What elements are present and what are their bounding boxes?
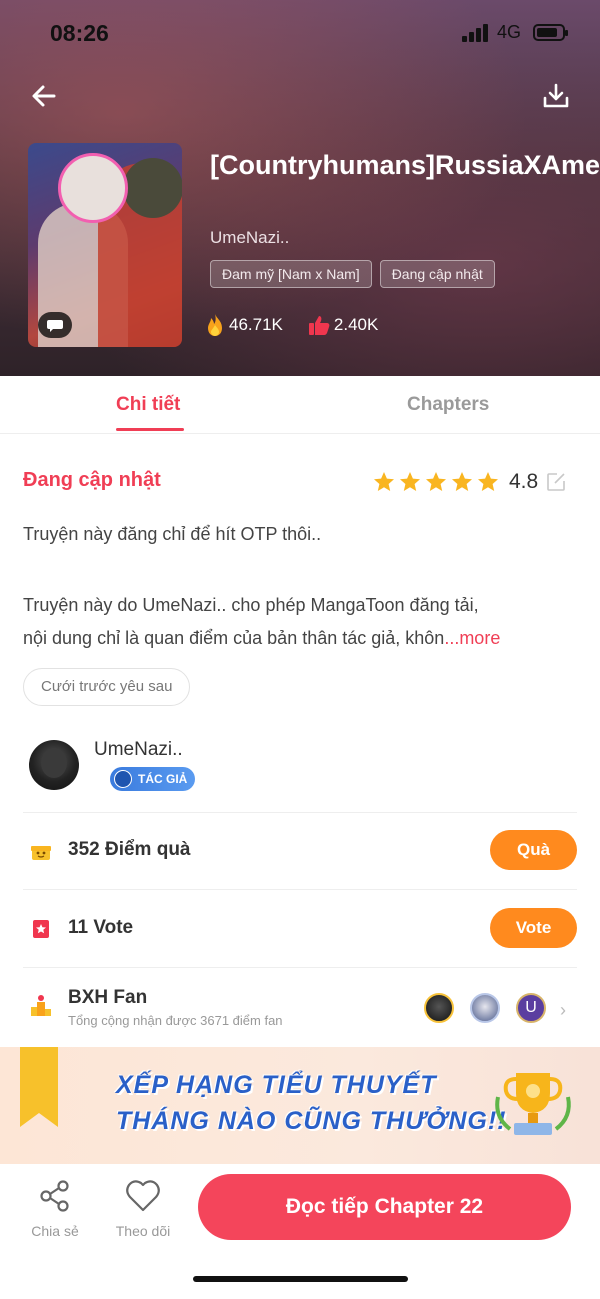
thumbs-up-icon — [308, 316, 330, 335]
vote-button[interactable]: Vote — [490, 908, 577, 948]
chevron-right-icon[interactable]: › — [560, 1000, 566, 1021]
author-avatar[interactable] — [29, 740, 79, 790]
banner-title-line: XẾP HẠNG TIỂU THUYẾT — [116, 1071, 437, 1099]
divider — [23, 967, 577, 968]
keyword-chip[interactable]: Cưới trước yêu sau — [23, 668, 191, 706]
edit-rating-icon[interactable] — [545, 471, 567, 493]
follow-label: Theo dõi — [115, 1223, 171, 1239]
download-icon — [543, 83, 569, 108]
vote-count-label: 11 Vote — [68, 917, 134, 938]
back-button[interactable] — [28, 80, 60, 112]
fire-icon — [208, 314, 222, 336]
tag-status[interactable]: Đang cập nhật — [379, 260, 495, 288]
fan-avatar[interactable] — [470, 993, 500, 1023]
arrow-left-icon — [32, 85, 56, 107]
likes-stat: 2.40K — [307, 314, 378, 336]
views-count: 46.71K — [229, 315, 283, 334]
battery-icon — [533, 24, 568, 41]
author-name[interactable]: UmeNazi.. — [94, 739, 183, 761]
divider — [23, 812, 577, 813]
gift-button[interactable]: Quà — [490, 830, 577, 870]
rating-stars[interactable] — [372, 470, 500, 494]
bottom-action-bar: Chia sẻ Theo dõi Đọc tiếp Chapter 22 — [0, 1164, 600, 1299]
status-time: 08:26 — [50, 20, 109, 46]
share-icon — [40, 1180, 69, 1212]
star-icon — [426, 472, 446, 491]
update-status: Đang cập nhật — [23, 469, 161, 491]
views-stat: 46.71K — [204, 313, 283, 337]
author-badge: TÁC GIẢ — [110, 767, 196, 791]
likes-count: 2.40K — [333, 315, 379, 334]
fan-ranking-title[interactable]: BXH Fan — [68, 987, 147, 1009]
home-indicator — [193, 1276, 408, 1282]
gift-icon — [31, 846, 51, 860]
author-badge-label: TÁC GIẢ — [138, 772, 188, 786]
description-line: Truyện này đăng chỉ để hít OTP thôi.. — [23, 524, 322, 544]
star-icon — [452, 472, 472, 491]
book-title: [Countryhumans]RussiaXAmericaXChina — [210, 150, 600, 180]
book-header: 08:26 4G [Countryhumans]RussiaXAmericaXC… — [0, 0, 600, 376]
promo-banner[interactable]: XẾP HẠNG TIỂU THUYẾT THÁNG NÀO CŨNG THƯỞ… — [0, 1047, 600, 1164]
trophy-icon — [495, 1073, 571, 1135]
banner-title-line: THÁNG NÀO CŨNG THƯỞNG!! — [116, 1107, 507, 1135]
download-button[interactable] — [540, 80, 572, 112]
status-bar: 08:26 4G — [0, 0, 600, 66]
tag-genre[interactable]: Đam mỹ [Nam x Nam] — [210, 260, 372, 288]
heart-icon — [126, 1180, 160, 1212]
star-icon — [374, 472, 394, 491]
tab-detail[interactable]: Chi tiết — [116, 394, 180, 416]
network-label: 4G — [497, 22, 522, 42]
signal-icon — [462, 24, 490, 42]
book-stats: 46.71K 2.40K — [204, 313, 402, 337]
share-label: Chia sẻ — [31, 1223, 79, 1239]
description-line: Truyện này do UmeNazi.. cho phép MangaTo… — [23, 595, 479, 615]
fan-avatar[interactable] — [424, 993, 454, 1023]
fan-points-subtitle: Tổng cộng nhận được 3671 điểm fan — [68, 1013, 283, 1028]
share-button[interactable]: Chia sẻ — [22, 1178, 88, 1239]
follow-button[interactable]: Theo dõi — [110, 1178, 176, 1239]
author-badge-icon — [114, 770, 132, 788]
star-icon — [400, 472, 420, 491]
description-line: nội dung chỉ là quan điểm của bản thân t… — [23, 622, 583, 654]
tag-list: Đam mỹ [Nam x Nam] Đang cập nhật — [210, 260, 495, 288]
continue-reading-button[interactable]: Đọc tiếp Chapter 22 — [198, 1174, 571, 1240]
ticket-icon — [33, 920, 49, 938]
ribbon-decoration — [20, 1047, 58, 1127]
rating-value: 4.8 — [509, 470, 539, 493]
more-link[interactable]: ...more — [444, 628, 500, 648]
tab-bar: Chi tiết Chapters — [0, 376, 600, 434]
tab-chapters[interactable]: Chapters — [407, 394, 489, 416]
gift-points-label: 352 Điểm quà — [68, 839, 191, 860]
star-icon — [478, 472, 498, 491]
divider — [23, 889, 577, 890]
active-tab-indicator — [116, 428, 184, 431]
podium-icon — [31, 995, 51, 1016]
book-author[interactable]: UmeNazi.. — [210, 228, 289, 248]
description-text: nội dung chỉ là quan điểm của bản thân t… — [23, 628, 445, 648]
fan-avatar[interactable]: U — [516, 993, 546, 1023]
comment-bubble-icon[interactable] — [38, 312, 72, 338]
